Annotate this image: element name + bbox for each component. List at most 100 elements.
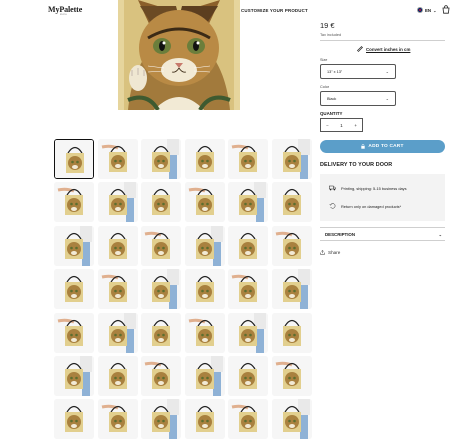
quantity-value[interactable]: 1 bbox=[340, 123, 342, 128]
tote-thumbnail-image bbox=[271, 225, 312, 266]
gallery-thumbnail[interactable] bbox=[184, 225, 225, 266]
tote-thumbnail-image bbox=[228, 356, 268, 396]
gallery-thumbnail[interactable] bbox=[271, 356, 312, 396]
share-button[interactable]: Share bbox=[320, 250, 340, 255]
gallery-thumbnail[interactable] bbox=[228, 312, 268, 353]
gallery-thumbnail[interactable] bbox=[141, 182, 181, 223]
gallery-thumbnail[interactable] bbox=[54, 269, 94, 310]
language-selector[interactable]: EN ⌄ bbox=[417, 7, 436, 13]
gallery-thumbnail[interactable] bbox=[54, 139, 94, 179]
tote-thumbnail-image bbox=[271, 312, 312, 353]
tote-thumbnail-image bbox=[54, 356, 94, 396]
gallery-thumbnail[interactable] bbox=[271, 139, 312, 179]
tote-thumbnail-image bbox=[184, 356, 225, 396]
tote-thumbnail-image bbox=[54, 182, 94, 223]
tote-thumbnail-image bbox=[228, 139, 268, 179]
tote-thumbnail-image bbox=[271, 269, 312, 310]
add-to-cart-button[interactable]: ADD TO CART bbox=[320, 140, 445, 153]
tote-thumbnail-image bbox=[54, 269, 94, 310]
delivery-title: DELIVERY TO YOUR DOOR bbox=[320, 162, 393, 168]
tote-thumbnail-image bbox=[97, 225, 138, 266]
tote-thumbnail-image bbox=[141, 225, 181, 266]
tote-thumbnail-image bbox=[97, 356, 138, 396]
tote-thumbnail-image bbox=[184, 225, 225, 266]
tote-thumbnail-image bbox=[55, 140, 93, 178]
tote-thumbnail-image bbox=[228, 269, 268, 310]
lock-icon bbox=[361, 144, 366, 149]
gallery-thumbnail[interactable] bbox=[228, 356, 268, 396]
quantity-minus-button[interactable]: − bbox=[326, 123, 329, 128]
gallery-thumbnail[interactable] bbox=[141, 139, 181, 179]
nav-customize-product[interactable]: CUSTOMIZE YOUR PRODUCT bbox=[241, 8, 308, 13]
language-code: EN bbox=[425, 7, 432, 13]
color-select[interactable]: Black ⌄ bbox=[320, 91, 396, 106]
gallery-thumbnail[interactable] bbox=[271, 399, 312, 440]
gallery-thumbnail[interactable] bbox=[97, 356, 138, 396]
tote-thumbnail-image bbox=[228, 399, 268, 440]
gallery-thumbnail[interactable] bbox=[141, 269, 181, 310]
gallery-thumbnail[interactable] bbox=[184, 312, 225, 353]
size-value: 13" x 13" bbox=[327, 69, 343, 74]
gallery-thumbnail[interactable] bbox=[54, 182, 94, 223]
size-select[interactable]: 13" x 13" ⌄ bbox=[320, 64, 396, 79]
gallery-thumbnail[interactable] bbox=[54, 356, 94, 396]
gallery-thumbnail[interactable] bbox=[228, 139, 268, 179]
chevron-down-icon: ⌄ bbox=[385, 96, 389, 101]
flag-icon bbox=[417, 7, 423, 13]
color-value: Black bbox=[327, 96, 337, 101]
delivery-info-panel: Printing, shipping: 5-15 business days R… bbox=[320, 174, 445, 221]
gallery-thumbnail[interactable] bbox=[228, 269, 268, 310]
product-main-image[interactable] bbox=[118, 0, 240, 110]
tote-thumbnail-image bbox=[54, 225, 94, 266]
gallery-thumbnail[interactable] bbox=[228, 225, 268, 266]
tote-thumbnail-image bbox=[184, 139, 225, 179]
gallery-thumbnail[interactable] bbox=[184, 269, 225, 310]
gallery-thumbnail[interactable] bbox=[97, 269, 138, 310]
tote-thumbnail-image bbox=[271, 356, 312, 396]
ruler-icon bbox=[357, 46, 363, 52]
tote-thumbnail-image bbox=[97, 139, 138, 179]
description-accordion[interactable]: DESCRIPTION ⌄ bbox=[320, 227, 445, 241]
gallery-thumbnail[interactable] bbox=[54, 399, 94, 440]
gallery-thumbnail[interactable] bbox=[54, 312, 94, 353]
chevron-down-icon: ⌄ bbox=[433, 7, 437, 13]
tote-thumbnail-image bbox=[271, 139, 312, 179]
tote-thumbnail-image bbox=[271, 182, 312, 223]
gallery-thumbnail[interactable] bbox=[271, 269, 312, 310]
gallery-thumbnail[interactable] bbox=[271, 312, 312, 353]
product-price: 19 € bbox=[320, 21, 335, 30]
gallery-thumbnail[interactable] bbox=[271, 182, 312, 223]
gallery-thumbnail[interactable] bbox=[141, 225, 181, 266]
gallery-thumbnail[interactable] bbox=[184, 399, 225, 440]
gallery-thumbnail[interactable] bbox=[97, 182, 138, 223]
gallery-thumbnail[interactable] bbox=[184, 182, 225, 223]
tote-thumbnail-image bbox=[54, 312, 94, 353]
gallery-thumbnail[interactable] bbox=[141, 399, 181, 440]
gallery-thumbnail[interactable] bbox=[97, 399, 138, 440]
gallery-thumbnail[interactable] bbox=[141, 356, 181, 396]
tote-thumbnail-image bbox=[184, 269, 225, 310]
tote-thumbnail-image bbox=[97, 182, 138, 223]
gallery-thumbnail[interactable] bbox=[97, 312, 138, 353]
gallery-thumbnail[interactable] bbox=[54, 225, 94, 266]
convert-inches-link[interactable]: Convert inches in cm bbox=[357, 46, 410, 52]
tote-thumbnail-image bbox=[228, 182, 268, 223]
gallery-thumbnail[interactable] bbox=[184, 139, 225, 179]
gallery-thumbnail[interactable] bbox=[141, 312, 181, 353]
tote-thumbnail-image bbox=[141, 356, 181, 396]
quantity-plus-button[interactable]: + bbox=[354, 123, 357, 128]
return-info: Return only on damaged products* bbox=[329, 203, 401, 209]
color-label: Color bbox=[320, 85, 330, 89]
gallery-thumbnail[interactable] bbox=[97, 139, 138, 179]
tote-thumbnail-image bbox=[184, 182, 225, 223]
cart-icon[interactable] bbox=[442, 5, 450, 14]
gallery-thumbnail[interactable] bbox=[228, 182, 268, 223]
tote-thumbnail-image bbox=[228, 225, 268, 266]
gallery-thumbnail[interactable] bbox=[184, 356, 225, 396]
gallery-thumbnail[interactable] bbox=[271, 225, 312, 266]
quantity-label: QUANTITY bbox=[320, 111, 343, 116]
size-label: Size bbox=[320, 58, 328, 62]
gallery-thumbnail[interactable] bbox=[228, 399, 268, 440]
gallery-thumbnail[interactable] bbox=[97, 225, 138, 266]
convert-label: Convert inches in cm bbox=[366, 46, 411, 52]
